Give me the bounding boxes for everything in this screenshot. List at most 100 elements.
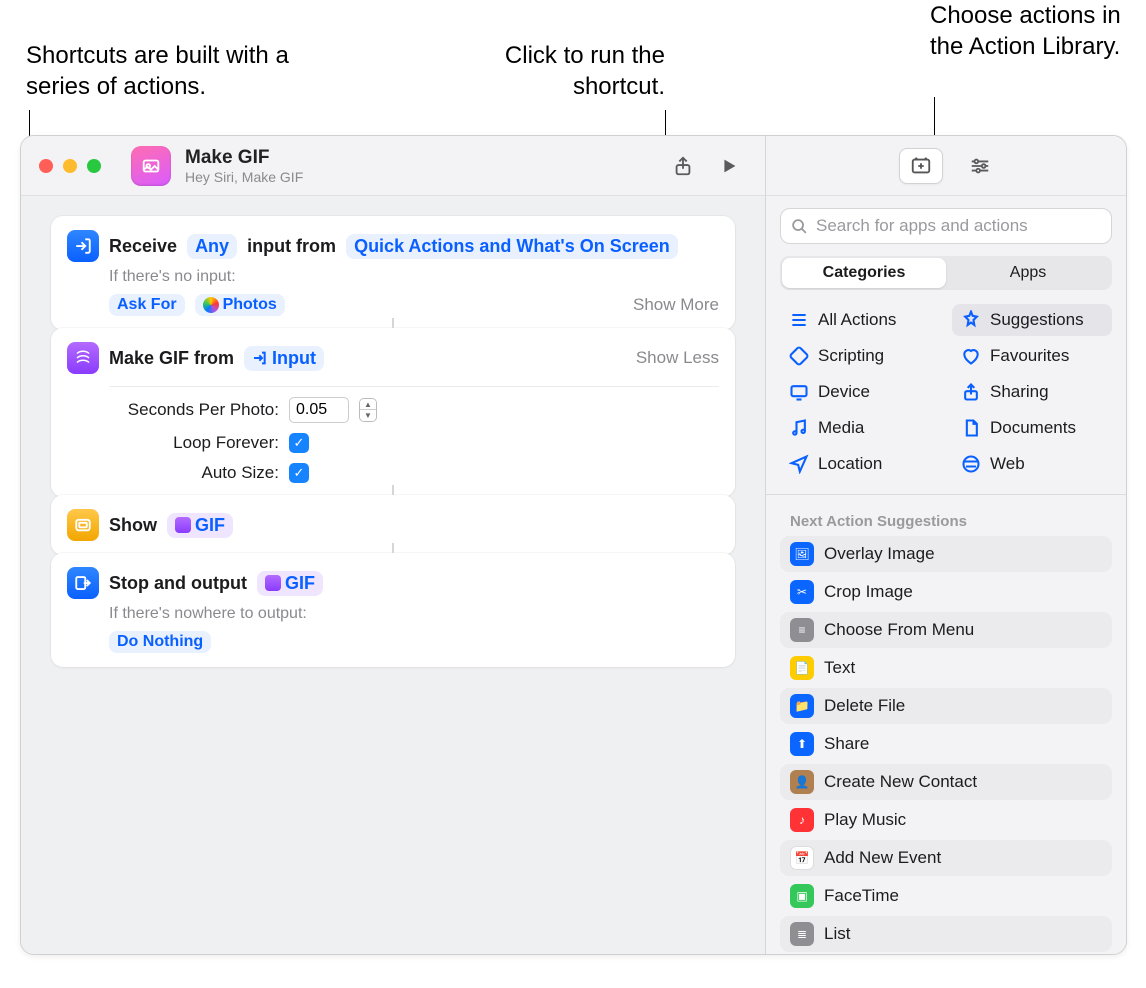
suggestion-icon: 📁	[790, 694, 814, 718]
photos-glyph-icon	[203, 297, 219, 313]
close-window-button[interactable]	[39, 159, 53, 173]
tab-apps[interactable]: Apps	[946, 258, 1110, 288]
search-field[interactable]: Search for apps and actions	[780, 208, 1112, 244]
suggestion-icon: ≡	[790, 618, 814, 642]
category-suggestions[interactable]: Suggestions	[952, 304, 1112, 336]
category-media[interactable]: Media	[780, 412, 940, 444]
category-label: Documents	[990, 418, 1076, 438]
category-icon	[960, 309, 982, 331]
token-photos[interactable]: Photos	[195, 294, 285, 316]
token-any[interactable]: Any	[187, 234, 237, 259]
receive-input-from: input from	[247, 236, 336, 257]
suggestion-choose-from-menu[interactable]: ≡ Choose From Menu	[780, 612, 1112, 648]
suggestion-overlay-image[interactable]: 🖼 Overlay Image	[780, 536, 1112, 572]
tab-categories[interactable]: Categories	[782, 258, 946, 288]
suggestion-icon: ≣	[790, 922, 814, 946]
editor-pane: Make GIF Hey Siri, Make GIF Receive Any	[21, 136, 766, 954]
action-receive[interactable]: Receive Any input from Quick Actions and…	[51, 216, 735, 330]
suggestion-text[interactable]: 📄 Text	[780, 650, 1112, 686]
category-label: Sharing	[990, 382, 1049, 402]
connector	[392, 543, 394, 553]
category-all-actions[interactable]: All Actions	[780, 304, 940, 336]
category-label: Media	[818, 418, 864, 438]
suggestion-play-music[interactable]: ♪Play Music	[780, 802, 1112, 838]
seconds-input[interactable]	[289, 397, 349, 423]
loop-label: Loop Forever:	[109, 433, 279, 453]
category-label: All Actions	[818, 310, 896, 330]
suggestion-record-a-new-voice-memo[interactable]: ●Record a new voice memo	[780, 954, 1112, 955]
search-icon	[791, 218, 808, 235]
connector	[392, 318, 394, 328]
category-icon	[960, 453, 982, 475]
action-stop-output[interactable]: Stop and output GIF If there's nowhere t…	[51, 553, 735, 667]
category-device[interactable]: Device	[780, 376, 940, 408]
suggestion-facetime[interactable]: ▣FaceTime	[780, 878, 1112, 914]
token-source[interactable]: Quick Actions and What's On Screen	[346, 234, 678, 259]
category-web[interactable]: Web	[952, 448, 1112, 480]
suggestion-icon: 🖼	[790, 542, 814, 566]
category-label: Favourites	[990, 346, 1069, 366]
library-tabs[interactable]: Categories Apps	[780, 256, 1112, 290]
category-icon	[788, 345, 810, 367]
autosize-checkbox[interactable]: ✓	[289, 463, 309, 483]
shortcut-title: Make GIF	[185, 147, 303, 169]
search-placeholder: Search for apps and actions	[816, 216, 1028, 236]
category-icon	[960, 345, 982, 367]
category-label: Web	[990, 454, 1025, 474]
category-icon	[788, 381, 810, 403]
suggestion-list[interactable]: ≣ List	[780, 916, 1112, 952]
show-icon	[67, 509, 99, 541]
suggestion-icon: ▣	[790, 884, 814, 908]
action-make-gif[interactable]: Make GIF from Input Show Less Seconds Pe…	[51, 328, 735, 497]
seconds-label: Seconds Per Photo:	[109, 400, 279, 420]
suggestion-label: Choose From Menu	[824, 620, 974, 640]
no-input-label: If there's no input:	[109, 268, 719, 286]
category-favourites[interactable]: Favourites	[952, 340, 1112, 372]
category-icon	[788, 453, 810, 475]
suggestion-icon: ♪	[790, 808, 814, 832]
settings-button[interactable]	[967, 155, 993, 177]
suggestion-add-new-event[interactable]: 📅Add New Event	[780, 840, 1112, 876]
suggestion-crop-image[interactable]: ✂Crop Image	[780, 574, 1112, 610]
zoom-window-button[interactable]	[87, 159, 101, 173]
suggestion-icon: ⬆	[790, 732, 814, 756]
category-icon	[788, 417, 810, 439]
suggestion-icon: 📄	[790, 656, 814, 680]
seconds-stepper[interactable]: ▲▼	[359, 398, 377, 422]
category-location[interactable]: Location	[780, 448, 940, 480]
category-icon	[788, 309, 810, 331]
shortcut-subtitle: Hey Siri, Make GIF	[185, 169, 303, 185]
category-scripting[interactable]: Scripting	[780, 340, 940, 372]
action-library-button[interactable]	[899, 148, 943, 184]
library-pane: Search for apps and actions Categories A…	[766, 136, 1126, 954]
suggestions-head: Next Action Suggestions	[780, 509, 1112, 534]
show-less-link[interactable]: Show Less	[636, 348, 719, 368]
suggestion-label: Text	[824, 658, 855, 678]
token-gif-1[interactable]: GIF	[167, 513, 233, 538]
token-input[interactable]: Input	[244, 346, 324, 371]
category-icon	[960, 381, 982, 403]
library-titlebar	[766, 136, 1126, 196]
token-do-nothing[interactable]: Do Nothing	[109, 631, 211, 653]
suggestion-label: List	[824, 924, 850, 944]
minimize-window-button[interactable]	[63, 159, 77, 173]
share-button[interactable]	[665, 148, 701, 184]
category-label: Scripting	[818, 346, 884, 366]
token-ask-for[interactable]: Ask For	[109, 294, 185, 316]
run-button[interactable]	[711, 148, 747, 184]
suggestion-create-new-contact[interactable]: 👤Create New Contact	[780, 764, 1112, 800]
suggestion-share[interactable]: ⬆Share	[780, 726, 1112, 762]
loop-checkbox[interactable]: ✓	[289, 433, 309, 453]
token-gif-2[interactable]: GIF	[257, 571, 323, 596]
category-sharing[interactable]: Sharing	[952, 376, 1112, 408]
show-more-link[interactable]: Show More	[633, 295, 719, 315]
shortcut-icon	[131, 146, 171, 186]
suggestion-label: Overlay Image	[824, 544, 935, 564]
suggestion-delete-file[interactable]: 📁Delete File	[780, 688, 1112, 724]
category-documents[interactable]: Documents	[952, 412, 1112, 444]
titlebar: Make GIF Hey Siri, Make GIF	[21, 136, 765, 196]
category-label: Location	[818, 454, 882, 474]
output-icon	[67, 567, 99, 599]
connector	[392, 485, 394, 495]
suggestion-icon: 📅	[790, 846, 814, 870]
